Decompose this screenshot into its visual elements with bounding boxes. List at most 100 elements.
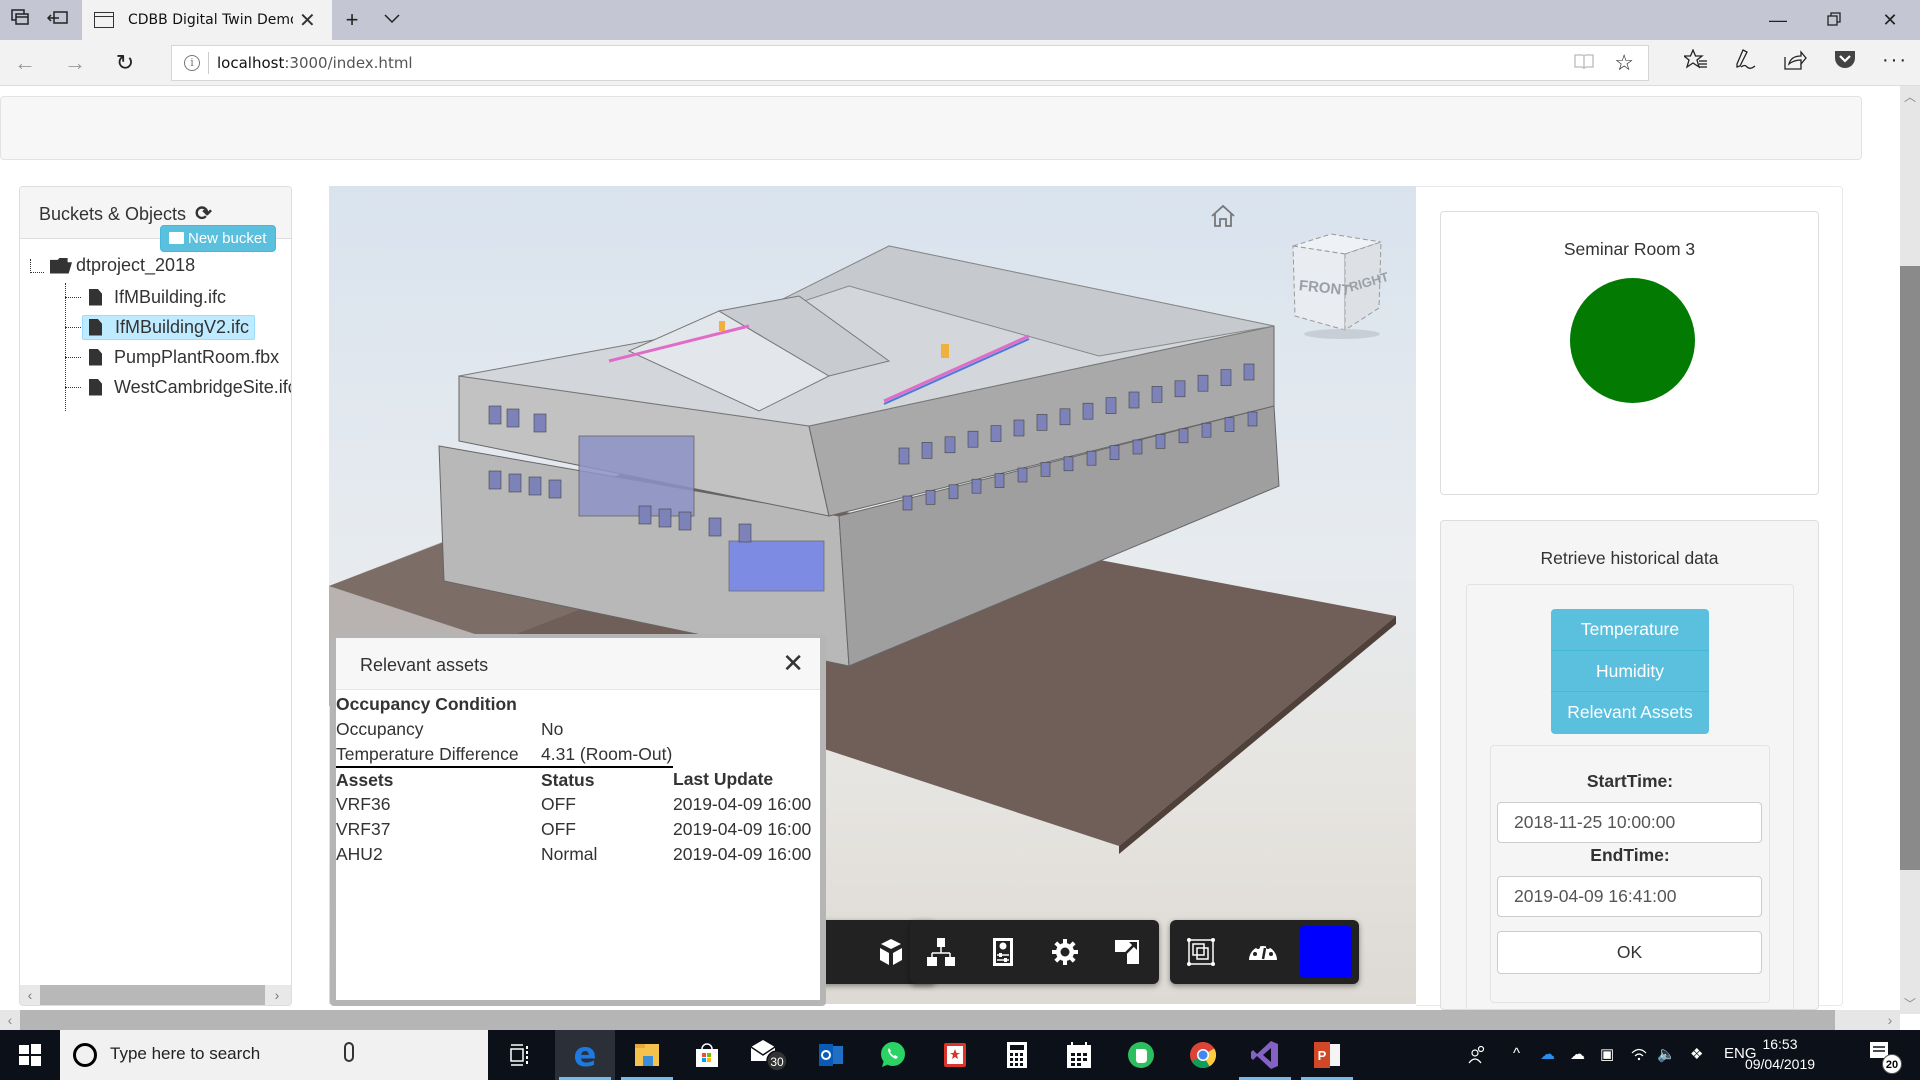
- start-button[interactable]: [0, 1030, 60, 1080]
- ok-button[interactable]: OK: [1497, 931, 1762, 974]
- window: [990, 425, 1002, 442]
- cortana-icon[interactable]: [73, 1043, 97, 1067]
- taskbar-calendar[interactable]: [1049, 1030, 1109, 1080]
- taskbar-edge[interactable]: e: [555, 1030, 615, 1080]
- pen-icon[interactable]: [1730, 49, 1760, 77]
- pocket-icon[interactable]: [1830, 49, 1860, 75]
- performance-button[interactable]: [1232, 920, 1294, 984]
- section-box-button[interactable]: [1170, 920, 1232, 984]
- refresh-icon[interactable]: ↻: [110, 49, 140, 77]
- model-structure-button[interactable]: [910, 920, 972, 984]
- scroll-right-icon[interactable]: ›: [267, 985, 287, 1005]
- taskbar-chrome[interactable]: [1173, 1030, 1233, 1080]
- scrollbar-thumb[interactable]: [1900, 266, 1920, 870]
- page-vertical-scrollbar[interactable]: ︿ ﹀: [1900, 86, 1920, 1014]
- window: [1174, 380, 1186, 398]
- visual-studio-icon: [1251, 1041, 1278, 1069]
- onedrive-icon[interactable]: ☁: [1540, 1045, 1555, 1063]
- highlight-color-picker[interactable]: [1300, 926, 1352, 978]
- scroll-down-icon[interactable]: ﹀: [1900, 995, 1920, 1012]
- scroll-right-icon[interactable]: ›: [1880, 1010, 1900, 1030]
- favorites-list-icon[interactable]: [1681, 48, 1711, 77]
- tree-toggle-icon[interactable]: [30, 258, 44, 273]
- action-center-icon[interactable]: 20: [1868, 1040, 1902, 1074]
- taskbar-visual-studio[interactable]: [1235, 1030, 1295, 1080]
- start-time-input[interactable]: [1497, 802, 1762, 843]
- tree-node-object[interactable]: IfMBuilding.ifc: [65, 283, 231, 311]
- tab-list-chevron-icon[interactable]: [380, 8, 404, 32]
- people-icon[interactable]: [1468, 1045, 1488, 1069]
- forward-icon[interactable]: →: [60, 49, 90, 77]
- window: [638, 505, 652, 525]
- scroll-up-icon[interactable]: ︿: [1900, 88, 1920, 105]
- table-row: Occupancy No: [336, 719, 564, 739]
- tree-node-bucket[interactable]: dtproject_2018: [30, 255, 195, 276]
- view-cube[interactable]: FRONT RIGHT: [1287, 230, 1390, 340]
- tab-manager-icon[interactable]: [8, 8, 32, 32]
- window: [548, 479, 562, 499]
- window: [1082, 402, 1094, 420]
- scroll-left-icon[interactable]: ‹: [0, 1010, 20, 1030]
- minimize-icon[interactable]: —: [1758, 6, 1798, 34]
- relevant-assets-button[interactable]: Relevant Assets: [1551, 692, 1709, 734]
- taskbar-search-box[interactable]: Type here to search: [60, 1030, 488, 1080]
- share-icon[interactable]: [1780, 49, 1810, 77]
- scrollbar-thumb[interactable]: [40, 985, 265, 1005]
- properties-button[interactable]: [972, 920, 1034, 984]
- dialog-header: Relevant assets ✕: [336, 638, 820, 690]
- address-bar[interactable]: i localhost:3000/index.html ☆: [171, 45, 1649, 81]
- set-aside-tabs-icon[interactable]: [46, 8, 70, 32]
- window: [1224, 417, 1235, 432]
- panel-horizontal-scrollbar[interactable]: ‹ ›: [20, 985, 291, 1005]
- taskbar-app-red[interactable]: [925, 1030, 985, 1080]
- close-window-icon[interactable]: ✕: [1870, 6, 1910, 34]
- onedrive-personal-icon[interactable]: ☁: [1570, 1045, 1585, 1063]
- url-text[interactable]: localhost:3000/index.html: [217, 54, 413, 72]
- clock[interactable]: 16:53 09/04/2019: [1740, 1034, 1820, 1074]
- close-tab-icon[interactable]: ✕: [299, 8, 316, 33]
- humidity-button[interactable]: Humidity: [1551, 650, 1709, 692]
- window: [1151, 386, 1163, 403]
- viewer-toolbar-tools: [910, 920, 1159, 984]
- taskbar-outlook[interactable]: [801, 1030, 861, 1080]
- taskbar-powerpoint[interactable]: P: [1297, 1030, 1357, 1080]
- settings-button[interactable]: [1034, 920, 1096, 984]
- taskbar-evernote[interactable]: [1111, 1030, 1171, 1080]
- new-bucket-button[interactable]: New bucket: [160, 225, 277, 252]
- site-info-icon[interactable]: i: [184, 55, 200, 71]
- temperature-button[interactable]: Temperature: [1551, 609, 1709, 651]
- dropbox-icon[interactable]: ❖: [1690, 1045, 1703, 1063]
- window: [1013, 419, 1025, 437]
- home-view-icon[interactable]: [1209, 204, 1237, 228]
- microphone-icon[interactable]: [344, 1042, 354, 1062]
- wifi-icon[interactable]: [1630, 1045, 1648, 1065]
- tree-node-object-selected[interactable]: IfMBuildingV2.ifc: [65, 313, 256, 341]
- show-hidden-icons-chevron[interactable]: ^: [1513, 1045, 1520, 1062]
- favorite-star-icon[interactable]: ☆: [1614, 50, 1634, 76]
- end-time-input[interactable]: [1497, 876, 1762, 917]
- restore-icon[interactable]: [1814, 6, 1854, 34]
- refresh-buckets-icon[interactable]: ⟳: [195, 203, 212, 225]
- new-tab-icon[interactable]: +: [340, 8, 364, 32]
- taskbar-store[interactable]: [677, 1030, 737, 1080]
- reading-view-icon[interactable]: [1574, 53, 1594, 76]
- browser-tab[interactable]: CDBB Digital Twin Demo ✕: [82, 0, 332, 40]
- taskbar-file-explorer[interactable]: [617, 1030, 677, 1080]
- scroll-left-icon[interactable]: ‹: [20, 985, 40, 1005]
- scrollbar-thumb[interactable]: [20, 1010, 1835, 1030]
- more-icon[interactable]: ···: [1880, 49, 1910, 72]
- taskbar-mail[interactable]: 30: [739, 1030, 799, 1080]
- fullscreen-button[interactable]: [1096, 920, 1158, 984]
- taskbar-calculator[interactable]: [987, 1030, 1047, 1080]
- volume-icon[interactable]: 🔈: [1657, 1045, 1676, 1063]
- page-horizontal-scrollbar[interactable]: ‹ ›: [0, 1010, 1900, 1030]
- tree-node-object[interactable]: WestCambridgeSite.ifc: [65, 373, 291, 401]
- taskbar-whatsapp[interactable]: [863, 1030, 923, 1080]
- close-icon[interactable]: ✕: [782, 650, 804, 676]
- back-icon[interactable]: ←: [10, 49, 40, 77]
- viewer-toolbar-extensions: [1170, 920, 1359, 984]
- window: [708, 517, 722, 537]
- tree-node-object[interactable]: PumpPlantRoom.fbx: [65, 343, 284, 371]
- task-view-icon[interactable]: [490, 1030, 550, 1080]
- battery-icon[interactable]: ▣: [1600, 1045, 1614, 1063]
